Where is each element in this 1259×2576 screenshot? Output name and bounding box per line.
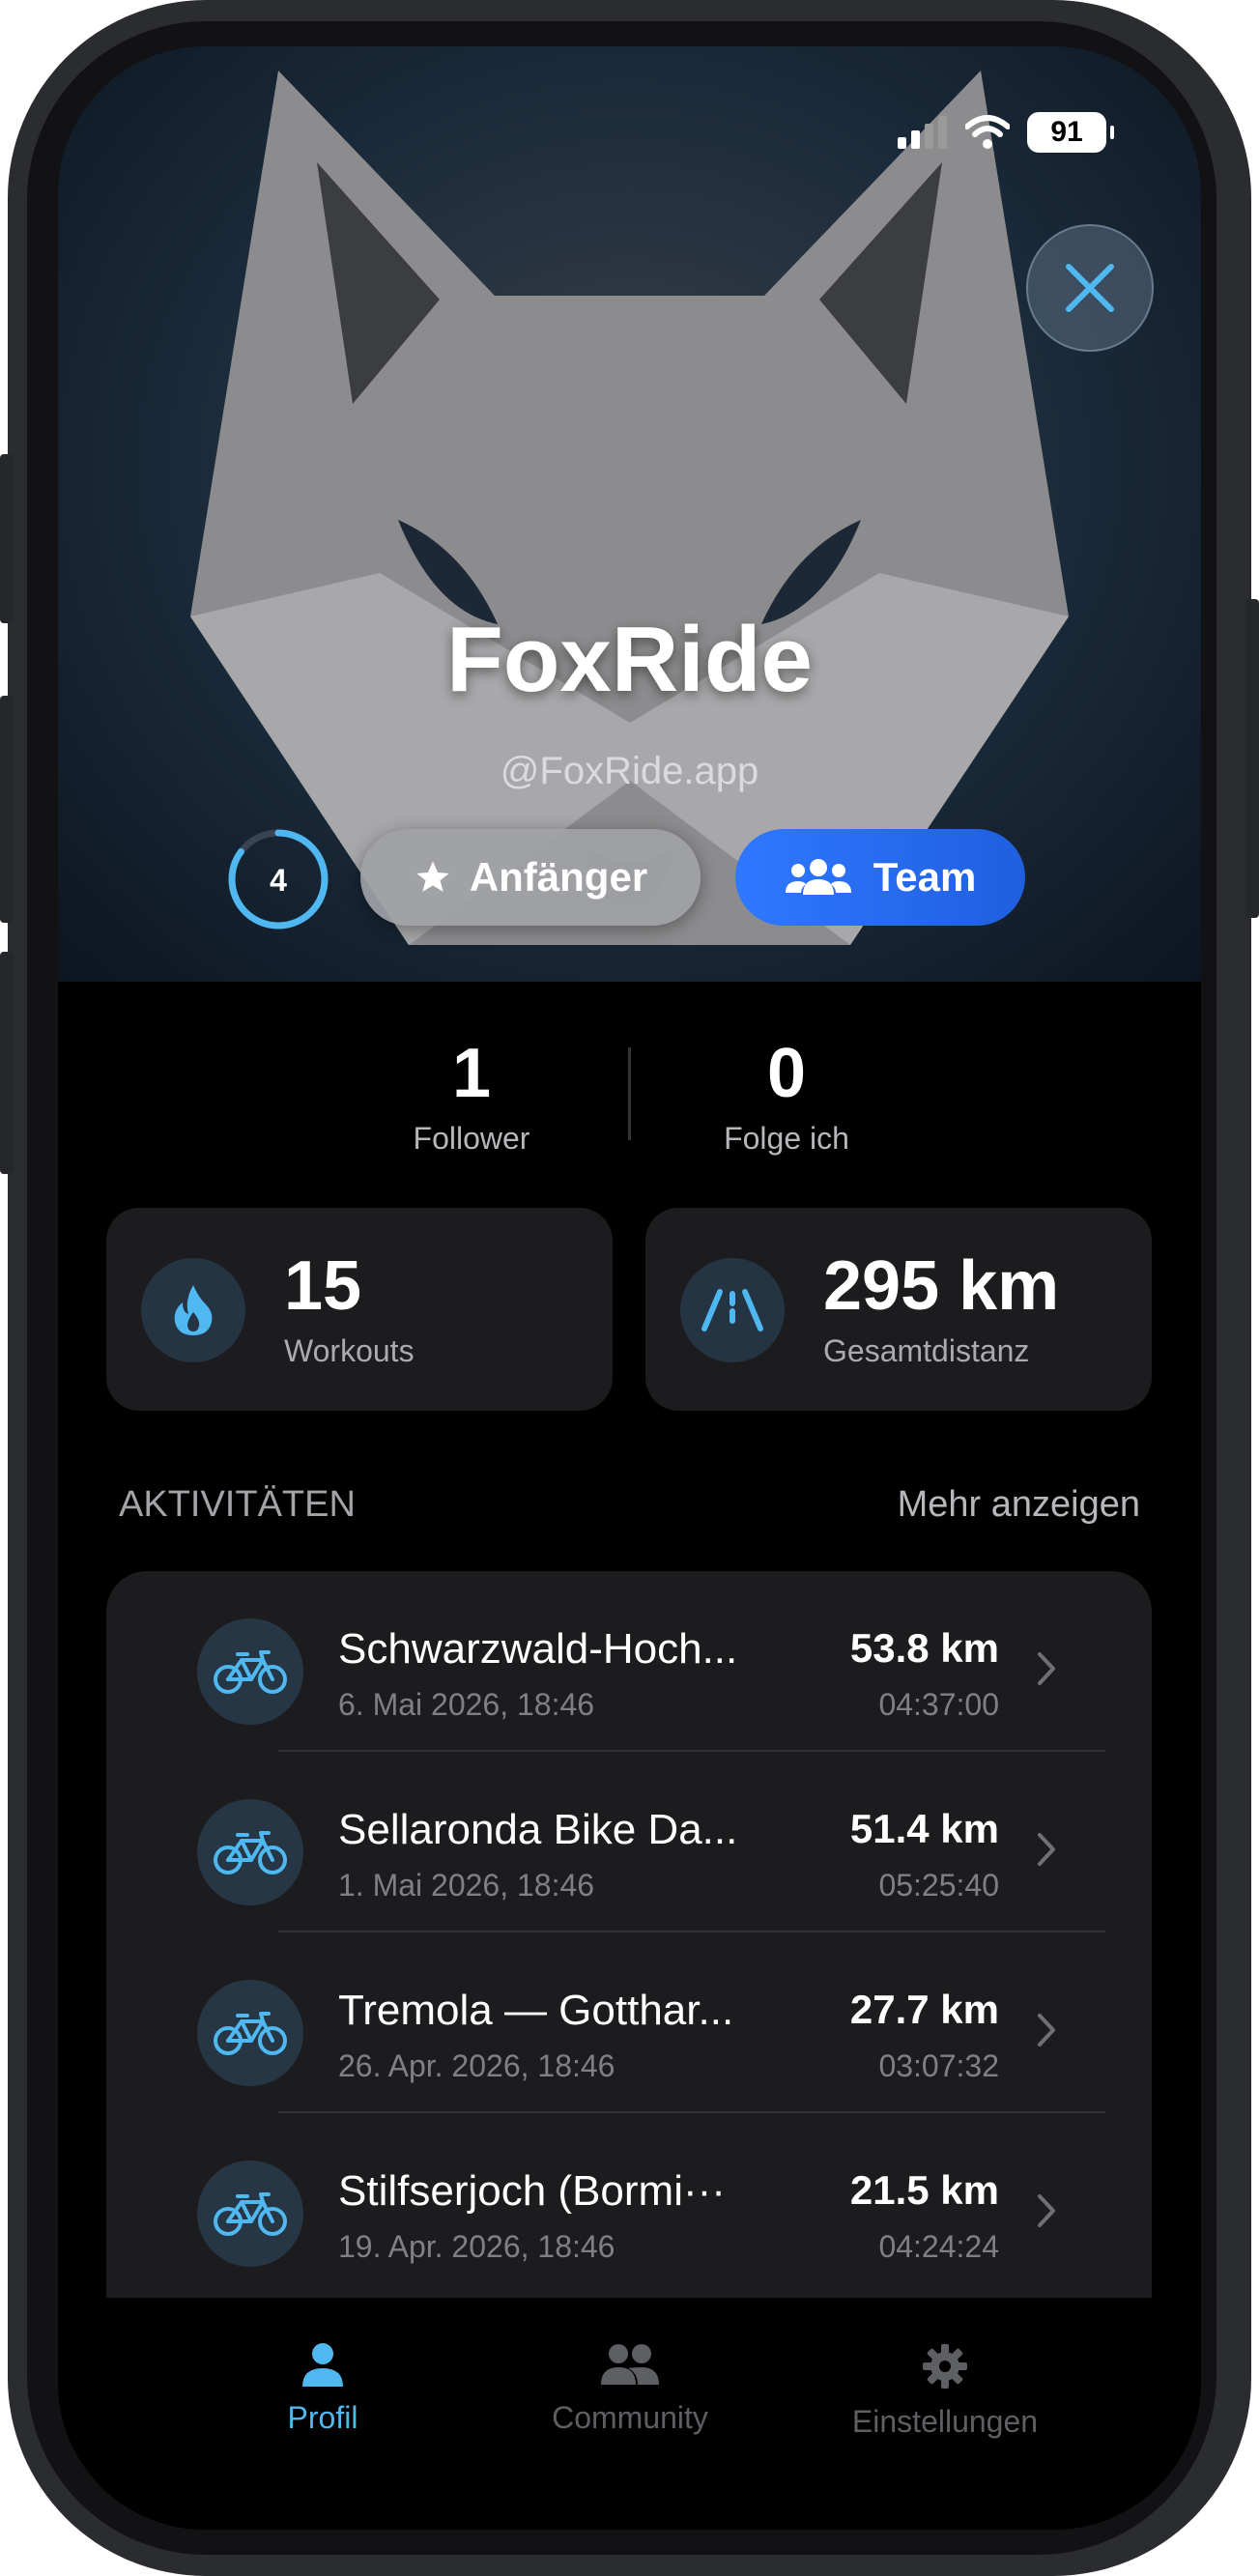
tab-community-label: Community: [552, 2400, 708, 2435]
following-label: Folge ich: [724, 1121, 849, 1156]
workouts-value: 15: [284, 1247, 362, 1325]
status-bar: 91: [898, 112, 1114, 153]
chevron-right: [1036, 2012, 1057, 2053]
screen: 91 FoxRide @FoxRide.app 4 Anfänger Team …: [58, 46, 1201, 2530]
activity-title: Tremola — Gotthar...: [338, 1987, 734, 2034]
chevron-right-icon: [1038, 2014, 1055, 2046]
activity-row[interactable]: Sellaronda Bike Da... 1. Mai 2026, 18:46 5…: [106, 1752, 1152, 1932]
followers-number: 1: [451, 1035, 492, 1112]
people-icon: [601, 2344, 659, 2385]
activity-distance: 21.5 km: [849, 2167, 999, 2213]
chevron-right-icon: [1038, 2194, 1055, 2227]
follow-divider: [628, 1047, 631, 1140]
activity-duration: 05:25:40: [878, 1868, 999, 1903]
activity-duration: 04:37:00: [878, 1687, 999, 1722]
activities-list: Schwarzwald-Hoch... 6. Mai 2026, 18:46 53.…: [106, 1571, 1152, 2344]
profile-header: 91 FoxRide @FoxRide.app 4 Anfänger Team: [58, 46, 1201, 982]
star-icon: [416, 861, 449, 892]
bicycle-icon: [214, 2012, 287, 2055]
tab-einstellungen-label: Einstellungen: [851, 2404, 1039, 2439]
activity-duration: 04:24:24: [878, 2229, 999, 2264]
activity-row[interactable]: Schwarzwald-Hoch... 6. Mai 2026, 18:46 53.…: [106, 1571, 1152, 1752]
person-icon: [302, 2343, 343, 2387]
activity-date: 26. Apr. 2026, 18:46: [338, 2048, 615, 2083]
tab-bar: Profil Community Einstellungen: [58, 2298, 1201, 2530]
gear-icon: [923, 2344, 967, 2389]
profile-handle: @FoxRide.app: [500, 750, 759, 792]
activity-date: 6. Mai 2026, 18:46: [338, 1687, 595, 1722]
activity-icon: [197, 1980, 303, 2086]
distance-label: Gesamtdistanz: [823, 1333, 1030, 1368]
activity-date: 1. Mai 2026, 18:46: [338, 1868, 595, 1903]
close-icon: [1066, 264, 1114, 312]
activity-title: Sellaronda Bike Da...: [338, 1806, 738, 1853]
following-number: 0: [766, 1035, 807, 1112]
battery-level: 91: [1050, 116, 1083, 148]
distance-value: 295 km: [823, 1247, 1060, 1325]
chevron-right-icon: [1038, 1652, 1055, 1685]
level-ring[interactable]: 4: [226, 827, 330, 931]
activity-icon: [197, 1618, 303, 1725]
activities-section-title: AKTIVITÄTEN: [119, 1484, 356, 1525]
bicycle-icon: [214, 1831, 287, 1875]
chevron-right-icon: [1038, 1833, 1055, 1866]
activity-row[interactable]: Stilfserjoch (Bormi··· 19. Apr. 2026, 18:…: [106, 2113, 1152, 2294]
activity-row[interactable]: Tremola — Gotthar... 26. Apr. 2026, 18:46…: [106, 1932, 1152, 2113]
level-number: 4: [270, 863, 287, 898]
side-button-left-top: [0, 454, 14, 623]
flame-icon: [141, 1258, 245, 1362]
followers-label: Follower: [413, 1121, 530, 1156]
following-count[interactable]: 0 Folge ich: [642, 1034, 931, 1157]
activity-icon: [197, 2161, 303, 2267]
chevron-right: [1036, 1650, 1057, 1692]
rank-badge[interactable]: Anfänger: [360, 829, 701, 926]
bicycle-icon: [214, 2192, 287, 2236]
show-more-link[interactable]: Mehr anzeigen: [898, 1484, 1140, 1526]
tab-profil-label: Profil: [287, 2400, 358, 2435]
followers-count[interactable]: 1 Follower: [327, 1034, 616, 1157]
workouts-label: Workouts: [284, 1333, 415, 1368]
level-ring-graphic: 4: [228, 829, 329, 930]
tab-profil[interactable]: Profil: [178, 2342, 468, 2436]
distance-card: 295 km Gesamtdistanz: [645, 1208, 1152, 1411]
activity-date: 19. Apr. 2026, 18:46: [338, 2229, 615, 2264]
chevron-right: [1036, 1831, 1057, 1873]
tab-einstellungen[interactable]: Einstellungen: [800, 2342, 1090, 2440]
activity-distance: 51.4 km: [849, 1806, 999, 1851]
wifi-icon: [965, 115, 1010, 149]
activity-distance: 53.8 km: [849, 1625, 999, 1671]
close-button[interactable]: [1026, 224, 1154, 352]
road-icon: [680, 1258, 785, 1362]
signal-icon: [898, 116, 947, 149]
rank-label: Anfänger: [469, 854, 648, 900]
side-button-right: [1245, 599, 1259, 918]
activity-duration: 03:07:32: [878, 2048, 999, 2083]
activity-distance: 27.7 km: [849, 1987, 999, 2032]
tab-community[interactable]: Community: [485, 2342, 775, 2436]
chevron-right: [1036, 2192, 1057, 2234]
team-icon: [785, 859, 851, 895]
profile-name: FoxRide: [446, 608, 813, 711]
activity-icon: [197, 1799, 303, 1905]
team-button[interactable]: Team: [735, 829, 1025, 926]
workouts-card: 15 Workouts: [106, 1208, 613, 1411]
activity-title: Schwarzwald-Hoch...: [338, 1625, 738, 1673]
battery-indicator: 91: [1027, 112, 1114, 153]
team-label: Team: [873, 854, 977, 900]
side-button-left-mid: [0, 696, 14, 923]
activity-title: Stilfserjoch (Bormi···: [338, 2167, 726, 2215]
side-button-left-bottom: [0, 952, 14, 1174]
bicycle-icon: [214, 1650, 287, 1694]
